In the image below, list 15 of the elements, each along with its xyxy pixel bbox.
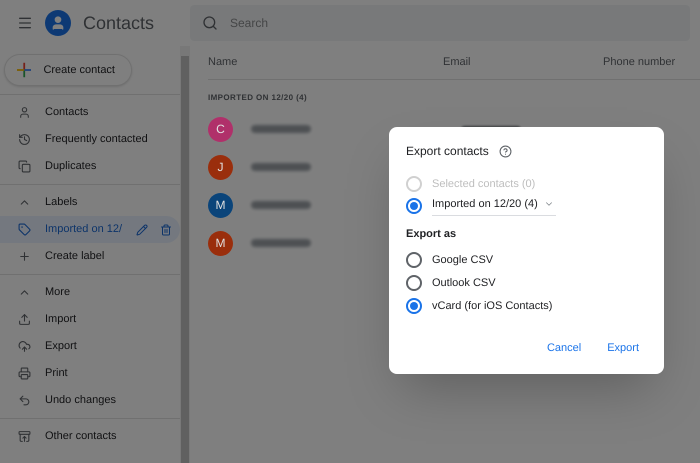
column-header: Email [443, 55, 472, 70]
option-label: Selected contacts (0) [432, 176, 536, 192]
option-label: Google CSV [432, 252, 494, 268]
column-header: Phone number [603, 55, 676, 70]
avatar: M [208, 192, 233, 218]
app-title: Contacts [83, 12, 154, 34]
group-heading: IMPORTED ON 12/20 (4) [208, 92, 308, 104]
dialog-title: Export contacts [406, 143, 489, 160]
section-heading: Export as [406, 227, 458, 242]
avatar: M [208, 230, 233, 256]
avatar: C [208, 116, 233, 142]
avatar: J [208, 154, 233, 180]
column-header: Name [208, 55, 238, 70]
option-label: Outlook CSV [432, 276, 496, 291]
option-label: vCard (for iOS Contacts) [432, 298, 552, 314]
